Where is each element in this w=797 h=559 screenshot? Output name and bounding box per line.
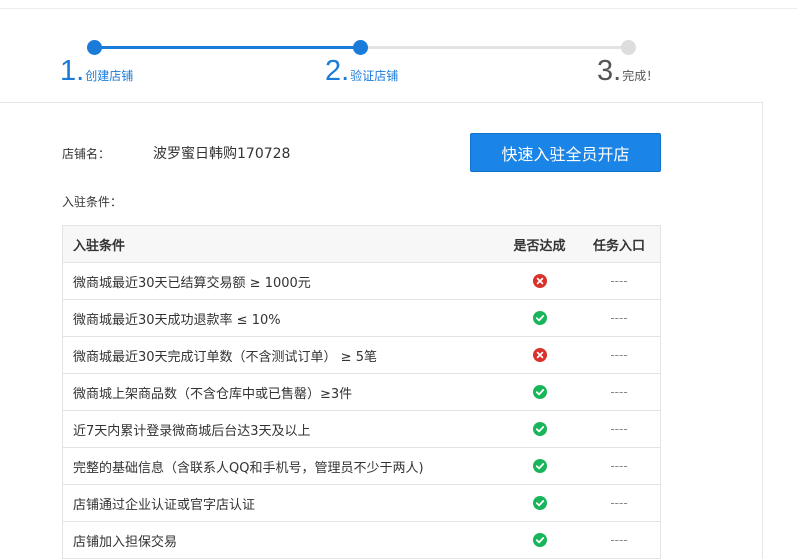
- step-3-dot: [621, 40, 636, 55]
- conditions-table: 入驻条件 是否达成 任务入口 微商城最近30天已结算交易额 ≥ 1000元 ---…: [62, 225, 661, 559]
- step-1-label: 1.创建店铺: [60, 57, 133, 86]
- check-circle-icon: [532, 311, 547, 325]
- check-circle-icon: [532, 385, 547, 399]
- task-entry: ----: [578, 336, 661, 374]
- step-track-pending: [360, 46, 628, 49]
- conditions-caption: 入驻条件：: [62, 195, 123, 209]
- top-divider: [0, 8, 797, 9]
- table-row: 微商城最近30天完成订单数（不含测试订单） ≥ 5笔 ----: [62, 336, 661, 374]
- condition-text: 微商城最近30天已结算交易额 ≥ 1000元: [62, 262, 501, 300]
- task-entry: ----: [578, 262, 661, 300]
- x-circle-icon: [532, 274, 547, 288]
- condition-text: 店铺通过企业认证或官字店认证: [62, 484, 501, 522]
- condition-status: [501, 447, 578, 485]
- task-entry: ----: [578, 484, 661, 522]
- check-circle-icon: [532, 496, 547, 510]
- task-entry: ----: [578, 410, 661, 448]
- table-row: 店铺加入担保交易 ----: [62, 521, 661, 559]
- condition-status: [501, 336, 578, 374]
- step-2-dot: [353, 40, 368, 55]
- condition-text: 微商城最近30天成功退款率 ≤ 10%: [62, 299, 501, 337]
- table-row: 店铺通过企业认证或官字店认证 ----: [62, 484, 661, 522]
- condition-status: [501, 299, 578, 337]
- conditions-body: 微商城最近30天已结算交易额 ≥ 1000元 ---- 微商城最近30天成功退款率 …: [62, 262, 661, 559]
- header-condition: 入驻条件: [62, 225, 501, 263]
- table-row: 微商城上架商品数（不含仓库中或已售罄）≥3件 ----: [62, 373, 661, 411]
- task-entry: ----: [578, 299, 661, 337]
- condition-status: [501, 484, 578, 522]
- x-circle-icon: [532, 348, 547, 362]
- header-met: 是否达成: [501, 225, 578, 263]
- step-1-number: 1.: [60, 55, 85, 87]
- table-row: 完整的基础信息（含联系人QQ和手机号，管理员不少于两人) ----: [62, 447, 661, 485]
- step-2-text: 验证店铺: [350, 69, 399, 83]
- shop-name-value: 波罗蜜日韩购170728: [153, 146, 291, 162]
- task-entry: ----: [578, 447, 661, 485]
- step-track-completed: [94, 46, 360, 49]
- condition-status: [501, 521, 578, 559]
- condition-status: [501, 373, 578, 411]
- check-circle-icon: [532, 459, 547, 473]
- step-2-label: 2.验证店铺: [325, 57, 398, 86]
- store-verification-page: 1.创建店铺 2.验证店铺 3.完成！ 店铺名： 波罗蜜日韩购170728 快速…: [0, 0, 797, 559]
- task-entry: ----: [578, 373, 661, 411]
- step-3-label: 3.完成！: [597, 57, 658, 86]
- task-entry: ----: [578, 521, 661, 559]
- condition-text: 近7天内累计登录微商城后台达3天及以上: [62, 410, 501, 448]
- condition-status: [501, 410, 578, 448]
- shop-name-label: 店铺名：: [62, 147, 111, 161]
- quick-open-store-button[interactable]: 快速入驻全员开店: [470, 133, 661, 172]
- condition-text: 微商城最近30天完成订单数（不含测试订单） ≥ 5笔: [62, 336, 501, 374]
- table-row: 近7天内累计登录微商城后台达3天及以上 ----: [62, 410, 661, 448]
- condition-status: [501, 262, 578, 300]
- step-1-dot: [87, 40, 102, 55]
- step-3-number: 3.: [597, 55, 622, 87]
- step-1-text: 创建店铺: [85, 69, 134, 83]
- step-3-text: 完成！: [622, 69, 659, 83]
- table-row: 微商城最近30天成功退款率 ≤ 10% ----: [62, 299, 661, 337]
- check-circle-icon: [532, 533, 547, 547]
- conditions-header-row: 入驻条件 是否达成 任务入口: [62, 225, 661, 263]
- condition-text: 店铺加入担保交易: [62, 521, 501, 559]
- step-2-number: 2.: [325, 55, 350, 87]
- condition-text: 完整的基础信息（含联系人QQ和手机号，管理员不少于两人): [62, 447, 501, 485]
- header-task-entry: 任务入口: [578, 225, 661, 263]
- table-row: 微商城最近30天已结算交易额 ≥ 1000元 ----: [62, 262, 661, 300]
- check-circle-icon: [532, 422, 547, 436]
- condition-text: 微商城上架商品数（不含仓库中或已售罄）≥3件: [62, 373, 501, 411]
